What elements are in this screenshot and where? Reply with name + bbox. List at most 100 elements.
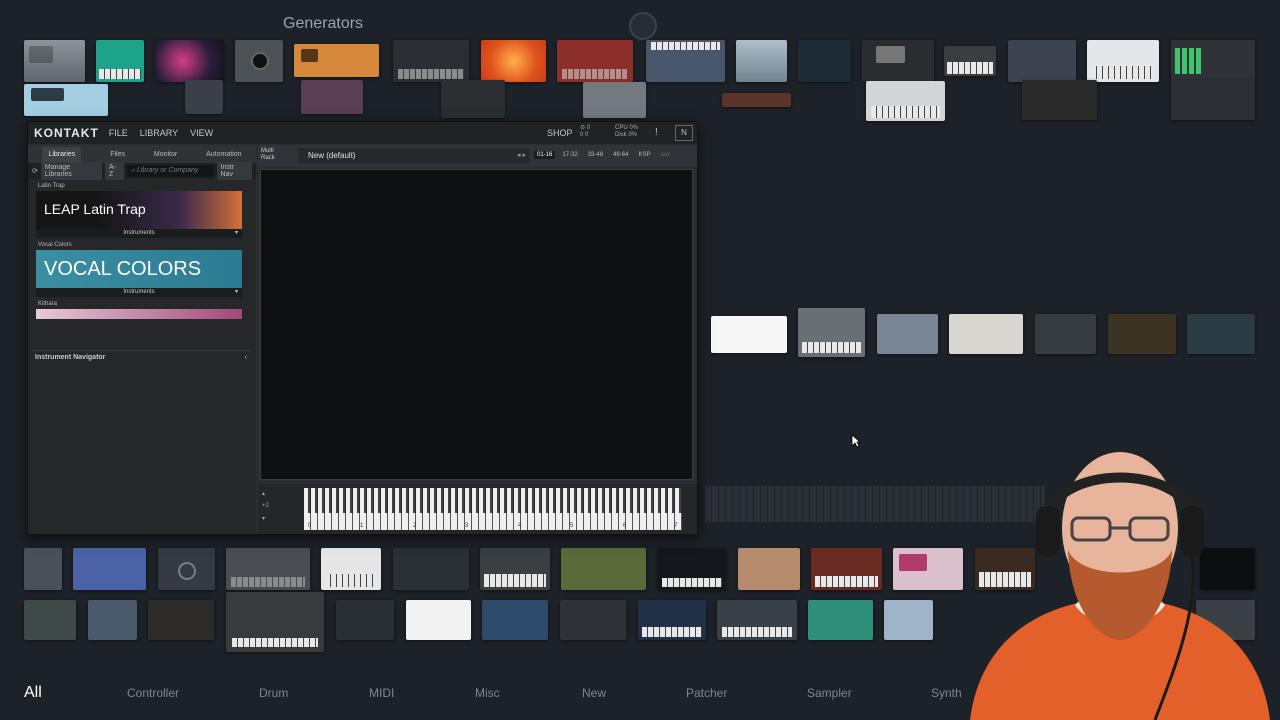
plugin-thumbnail[interactable]	[717, 600, 797, 640]
plugin-thumbnail[interactable]	[736, 40, 787, 82]
library-instruments[interactable]: Instruments ▾	[36, 288, 242, 297]
plugin-thumbnail[interactable]	[185, 80, 223, 114]
plugin-thumbnail[interactable]	[1108, 314, 1176, 354]
plugin-thumbnail[interactable]	[480, 548, 550, 590]
plugin-thumbnail[interactable]	[235, 40, 283, 82]
plugin-thumbnail[interactable]	[862, 40, 934, 82]
tab-33-48[interactable]: 33-48	[585, 151, 606, 159]
warning-icon[interactable]: !	[655, 127, 658, 138]
plugin-thumbnail[interactable]	[148, 600, 214, 640]
plugin-thumbnail[interactable]	[949, 314, 1023, 354]
tab-49-64[interactable]: 49-64	[610, 151, 631, 159]
plugin-thumbnail[interactable]	[393, 548, 469, 590]
plugin-thumbnail[interactable]	[321, 548, 381, 590]
plugin-thumbnail[interactable]	[884, 600, 933, 640]
tab-automation[interactable]: Automation	[206, 151, 241, 158]
plugin-thumbnail[interactable]	[798, 40, 851, 82]
library-banner[interactable]: VOCAL COLORS	[36, 250, 242, 288]
plugin-thumbnail[interactable]	[441, 80, 505, 118]
plugin-thumbnail[interactable]	[24, 548, 62, 590]
library-instruments[interactable]: Instruments ▾	[36, 229, 242, 238]
sort-button[interactable]: A-Z	[104, 162, 125, 180]
chevron-left-icon: ‹	[244, 354, 247, 361]
category-misc[interactable]: Misc	[475, 686, 500, 700]
library-banner[interactable]	[36, 309, 242, 319]
plugin-thumbnail[interactable]	[866, 81, 945, 121]
manage-libraries-button[interactable]: Manage Libraries	[40, 162, 102, 180]
instrument-navigator[interactable]: Instrument Navigator ‹	[32, 350, 251, 365]
instr-nav-button[interactable]: Instr Nav	[216, 162, 252, 180]
preset-name[interactable]: New (default) ◂ ▸	[298, 148, 530, 163]
category-synth[interactable]: Synth	[931, 686, 962, 700]
plugin-thumbnail[interactable]	[638, 600, 706, 640]
category-drum[interactable]: Drum	[259, 686, 288, 700]
browser-sidebar: Libraries Files Monitor Automation ⟳ Man…	[28, 145, 256, 534]
menu-file[interactable]: FILE	[109, 128, 128, 138]
plugin-thumbnail[interactable]	[158, 548, 215, 590]
plugin-thumbnail[interactable]	[877, 314, 938, 354]
tab-monitor[interactable]: Monitor	[154, 151, 177, 158]
tab-files[interactable]: Files	[110, 151, 125, 158]
library-search-input[interactable]: ⌕ Library or Company	[127, 165, 214, 177]
plugin-thumbnail[interactable]	[88, 600, 137, 640]
plugin-thumbnail[interactable]	[481, 40, 546, 82]
search-orb-icon[interactable]	[629, 12, 657, 40]
plugin-thumbnail[interactable]	[1171, 80, 1255, 120]
category-sampler[interactable]: Sampler	[807, 686, 852, 700]
plugin-thumbnail[interactable]	[482, 600, 548, 640]
plugin-thumbnail[interactable]	[944, 46, 996, 76]
plugin-thumbnail[interactable]	[798, 308, 865, 357]
plugin-thumbnail[interactable]	[336, 600, 394, 640]
rack-area[interactable]	[260, 169, 693, 480]
plugin-thumbnail[interactable]	[226, 548, 310, 590]
category-all[interactable]: All	[24, 684, 42, 702]
plugin-thumbnail[interactable]	[406, 600, 471, 640]
refresh-icon[interactable]: ⟳	[32, 167, 38, 175]
tab-libraries[interactable]: Libraries	[42, 146, 82, 162]
plugin-thumbnail[interactable]	[155, 40, 224, 82]
plugin-thumbnail[interactable]	[557, 40, 633, 82]
plugin-thumbnail[interactable]	[1022, 80, 1097, 120]
plugin-thumbnail[interactable]	[711, 316, 787, 353]
octave-offset[interactable]: ▴ +2 ▾	[262, 490, 269, 522]
tab-17-32[interactable]: 17-32	[559, 151, 580, 159]
plugin-thumbnail[interactable]	[1035, 314, 1096, 354]
menu-view[interactable]: VIEW	[190, 128, 213, 138]
plugin-thumbnail[interactable]	[226, 592, 324, 652]
plugin-thumbnail[interactable]	[301, 80, 363, 114]
plugin-thumbnail[interactable]	[96, 40, 144, 82]
kontakt-window[interactable]: KONTAKT FILE LIBRARY VIEW SHOP ⊘ 00 0 CP…	[27, 121, 698, 535]
plugin-thumbnail[interactable]	[1008, 40, 1076, 82]
category-controller[interactable]: Controller	[127, 686, 179, 700]
category-patcher[interactable]: Patcher	[686, 686, 727, 700]
plugin-thumbnail[interactable]	[24, 84, 108, 116]
plugin-thumbnail[interactable]	[1087, 40, 1159, 82]
category-midi[interactable]: MIDI	[369, 686, 394, 700]
plugin-thumbnail[interactable]	[294, 44, 379, 77]
plugin-thumbnail[interactable]	[1187, 314, 1255, 354]
plugin-thumbnail[interactable]	[722, 93, 791, 107]
plugin-thumbnail[interactable]	[24, 600, 76, 640]
tab-ksp[interactable]: KSP	[635, 151, 653, 159]
plugin-thumbnail[interactable]	[24, 40, 85, 82]
plugin-thumbnail[interactable]	[808, 600, 873, 640]
shop-button[interactable]: SHOP	[547, 128, 573, 138]
plugin-thumbnail[interactable]	[811, 548, 882, 590]
library-banner[interactable]: LEAP Latin Trap	[36, 191, 242, 229]
plugin-thumbnail[interactable]	[893, 548, 963, 590]
virtual-keyboard[interactable]: 0 1 2 3 4 5 6 7	[304, 488, 682, 530]
plugin-thumbnail[interactable]	[738, 548, 800, 590]
menu-library[interactable]: LIBRARY	[140, 128, 178, 138]
plugin-thumbnail[interactable]	[583, 82, 646, 118]
ni-logo-icon[interactable]: N	[675, 125, 693, 141]
category-new[interactable]: New	[582, 686, 606, 700]
plugin-thumbnail[interactable]	[646, 40, 725, 82]
plugin-thumbnail[interactable]	[1171, 40, 1255, 82]
plugin-thumbnail[interactable]	[73, 548, 146, 590]
plugin-thumbnail[interactable]	[393, 40, 469, 82]
plugin-thumbnail[interactable]	[561, 548, 646, 590]
plugin-thumbnail[interactable]	[560, 600, 626, 640]
tab-01-16[interactable]: 01-16	[534, 151, 556, 159]
tab-aux[interactable]: aux	[657, 151, 673, 159]
plugin-thumbnail[interactable]	[658, 548, 726, 590]
